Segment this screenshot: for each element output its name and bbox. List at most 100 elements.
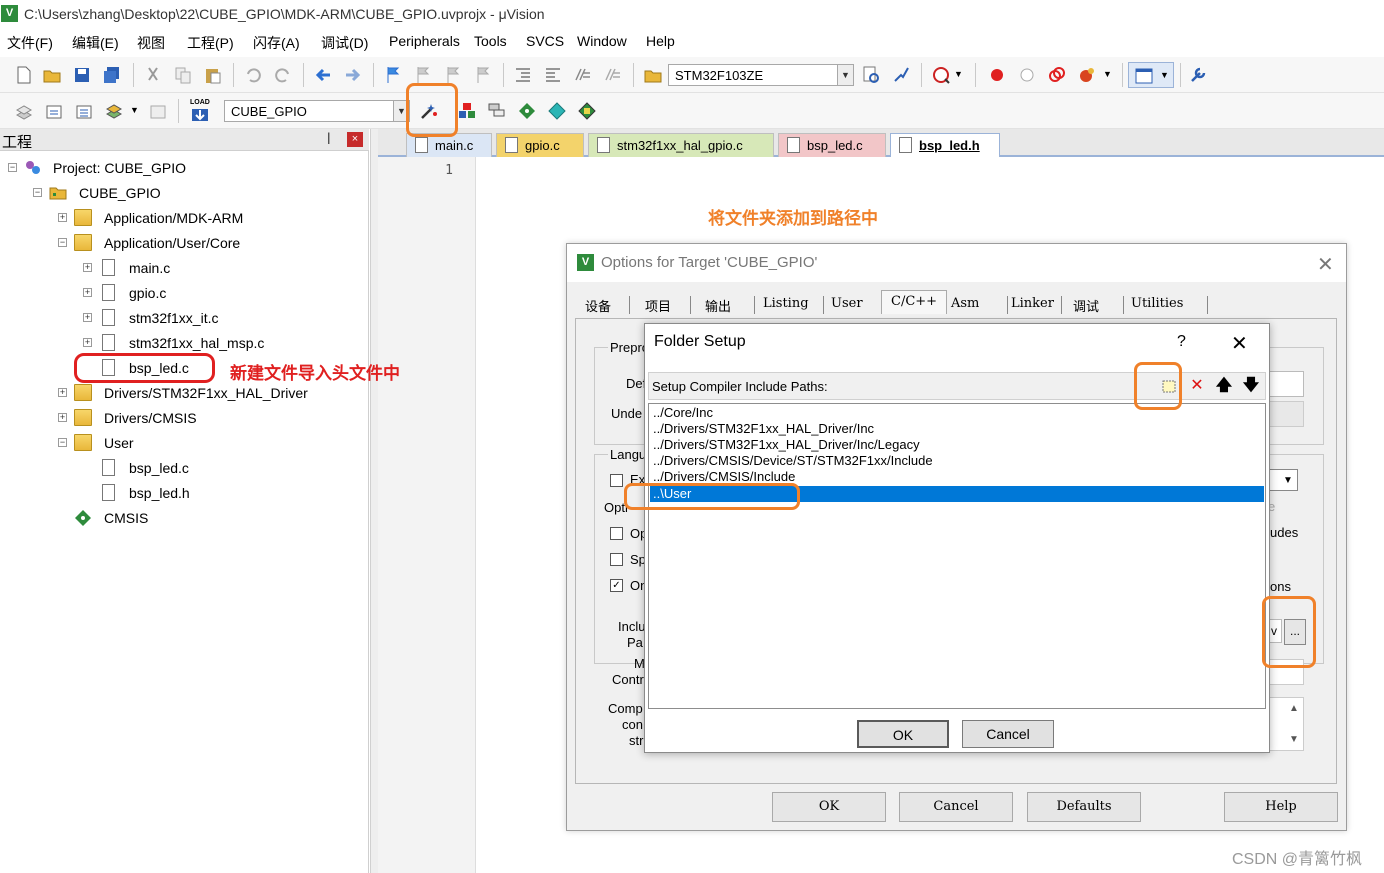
menu-view[interactable]: 视图	[137, 33, 165, 53]
comment-icon[interactable]	[573, 65, 593, 85]
menu-debug[interactable]: 调试(D)	[321, 33, 368, 53]
target-combo[interactable]: CUBE_GPIO ▼	[224, 100, 410, 122]
tab-asm[interactable]: Asm	[951, 296, 979, 318]
scroll-down-icon[interactable]: ▼	[1289, 734, 1299, 745]
split-sections-checkbox[interactable]	[610, 553, 623, 566]
redo-icon[interactable]	[273, 65, 293, 85]
window-layout-button[interactable]: ▼	[1128, 62, 1174, 88]
device-combo[interactable]: STM32F103ZE ▼	[668, 64, 854, 86]
uncomment-icon[interactable]	[603, 65, 623, 85]
collapse-icon[interactable]: −	[58, 238, 67, 247]
close-icon[interactable]: ✕	[1231, 331, 1248, 356]
tab-c-cpp[interactable]: C/C++	[881, 290, 947, 314]
expand-icon[interactable]: +	[83, 313, 92, 322]
navigate-back-icon[interactable]	[313, 65, 333, 85]
tab-bsp-led-h[interactable]: bsp_led.h	[890, 133, 1000, 157]
open-folder-icon[interactable]	[42, 65, 62, 85]
save-icon[interactable]	[72, 65, 92, 85]
scroll-up-icon[interactable]: ▲	[1289, 703, 1299, 714]
collapse-icon[interactable]: −	[58, 438, 67, 447]
paste-icon[interactable]	[203, 65, 223, 85]
select-packs-icon[interactable]	[487, 101, 507, 121]
close-icon[interactable]: ×	[347, 132, 363, 147]
tree-file[interactable]: bsp_led.c	[83, 458, 343, 480]
chevron-down-icon[interactable]: ▼	[837, 65, 853, 85]
collapse-icon[interactable]: −	[8, 163, 17, 172]
breakpoint-enable-icon[interactable]	[1017, 65, 1037, 85]
tab-linker[interactable]: Linker	[1011, 296, 1054, 318]
move-down-button[interactable]: 🡇	[1239, 375, 1263, 397]
rebuild-icon[interactable]	[74, 101, 94, 121]
tree-target[interactable]: − CUBE_GPIO	[33, 183, 333, 205]
list-item[interactable]: ../Core/Inc	[652, 405, 713, 421]
list-item[interactable]: ../Drivers/CMSIS/Device/ST/STM32F1xx/Inc…	[652, 453, 933, 469]
undo-icon[interactable]	[243, 65, 263, 85]
menu-svcs[interactable]: SVCS	[526, 33, 564, 49]
tab-device[interactable]: 设备	[585, 296, 611, 318]
bookmark-next-icon[interactable]	[443, 65, 463, 85]
tree-group[interactable]: + Drivers/STM32F1xx_HAL_Driver	[58, 383, 358, 405]
undefine-input[interactable]	[1268, 401, 1304, 427]
batch-dropdown-icon[interactable]: ▼	[130, 105, 139, 115]
find-icon[interactable]	[861, 65, 881, 85]
pin-icon[interactable]: ꟾ	[327, 133, 331, 147]
move-up-button[interactable]: 🡅	[1212, 375, 1236, 397]
expand-icon[interactable]: +	[83, 288, 92, 297]
tree-group[interactable]: + Application/MDK-ARM	[58, 208, 358, 230]
bookmark-prev-icon[interactable]	[413, 65, 433, 85]
tree-file[interactable]: + stm32f1xx_it.c	[83, 308, 343, 330]
delete-path-button[interactable]: ✕	[1185, 375, 1209, 397]
tab-stm32f1xx-hal-gpio-c[interactable]: stm32f1xx_hal_gpio.c	[588, 133, 774, 157]
bookmark-clear-icon[interactable]	[473, 65, 493, 85]
tab-project[interactable]: 项目	[645, 296, 671, 318]
expand-icon[interactable]: +	[58, 413, 67, 422]
help-button[interactable]: Help	[1224, 792, 1338, 822]
ok-button[interactable]: OK	[857, 720, 949, 748]
new-file-icon[interactable]	[14, 65, 34, 85]
tab-bsp-led-c[interactable]: bsp_led.c	[778, 133, 886, 157]
pack-installer-icon[interactable]	[547, 101, 567, 121]
menu-window[interactable]: Window	[577, 33, 627, 49]
menu-flash[interactable]: 闪存(A)	[253, 33, 300, 53]
save-all-icon[interactable]	[102, 65, 122, 85]
tab-output[interactable]: 输出	[705, 296, 731, 318]
breakpoint-disable-all-icon[interactable]	[1047, 65, 1067, 85]
breakpoint-insert-icon[interactable]	[987, 65, 1007, 85]
include-paths-list[interactable]: ../Core/Inc ../Drivers/STM32F1xx_HAL_Dri…	[648, 403, 1266, 709]
menu-peripherals[interactable]: Peripherals	[389, 33, 460, 49]
cut-icon[interactable]	[143, 65, 163, 85]
help-icon[interactable]: ?	[1177, 333, 1186, 351]
stop-build-icon[interactable]	[148, 101, 168, 121]
translate-icon[interactable]	[14, 101, 34, 121]
indent-icon[interactable]	[513, 65, 533, 85]
tab-gpio-c[interactable]: gpio.c	[496, 133, 584, 157]
tree-group[interactable]: − Application/User/Core	[58, 233, 358, 255]
build-icon[interactable]	[44, 101, 64, 121]
debug-session-icon[interactable]	[931, 65, 951, 85]
menu-file[interactable]: 文件(F)	[7, 33, 53, 53]
bookmark-icon[interactable]	[383, 65, 403, 85]
tab-listing[interactable]: Listing	[763, 296, 809, 318]
unindent-icon[interactable]	[543, 65, 563, 85]
menu-edit[interactable]: 编辑(E)	[72, 33, 119, 53]
navigate-forward-icon[interactable]	[343, 65, 363, 85]
manage-project-items-icon[interactable]	[457, 101, 477, 121]
panel-splitter[interactable]	[370, 129, 378, 873]
batch-build-icon[interactable]	[104, 101, 124, 121]
tab-debug[interactable]: 调试	[1073, 296, 1099, 318]
menu-help[interactable]: Help	[646, 33, 675, 49]
language-select[interactable]: ▼	[1268, 469, 1298, 491]
expand-icon[interactable]: +	[83, 263, 92, 272]
tree-file[interactable]: + main.c	[83, 258, 343, 280]
optimize-time-checkbox[interactable]	[610, 527, 623, 540]
download-load-button[interactable]: LOAD	[188, 98, 212, 124]
list-item[interactable]: ../Drivers/STM32F1xx_HAL_Driver/Inc	[652, 421, 874, 437]
tree-file[interactable]: bsp_led.h	[83, 483, 343, 505]
breakpoint-dropdown-icon[interactable]: ▼	[1103, 69, 1112, 79]
close-icon[interactable]: ✕	[1317, 252, 1334, 277]
tree-component[interactable]: CMSIS	[58, 508, 318, 530]
cancel-button[interactable]: Cancel	[899, 792, 1013, 822]
defaults-button[interactable]: Defaults	[1027, 792, 1141, 822]
expand-icon[interactable]: +	[58, 388, 67, 397]
collapse-icon[interactable]: −	[33, 188, 42, 197]
